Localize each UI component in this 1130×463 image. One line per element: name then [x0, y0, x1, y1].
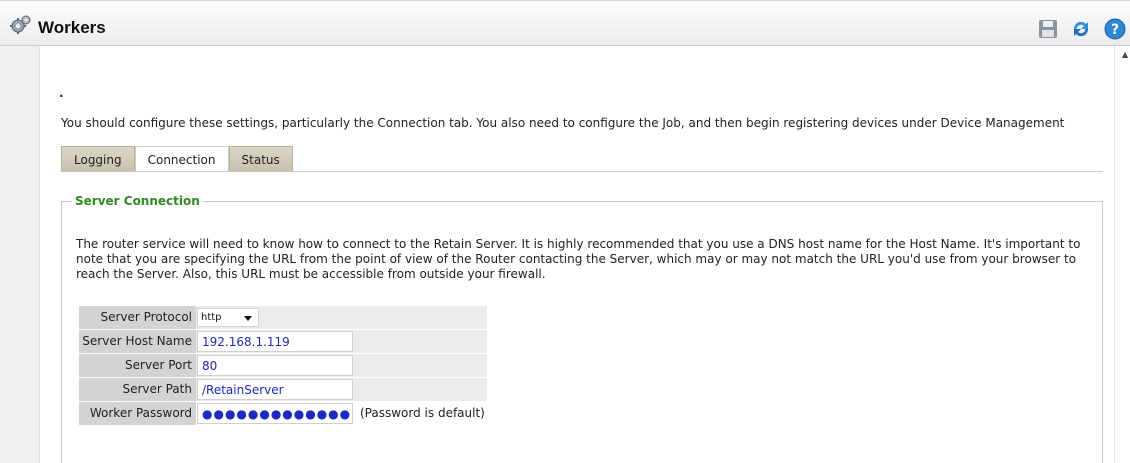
server-connection-section: Server Connection The router service wil… — [61, 194, 1103, 463]
path-row: Server Path — [79, 378, 487, 402]
tab-connection[interactable]: Connection — [134, 146, 229, 172]
scroll-up-arrow-icon[interactable]: ▲ — [1122, 50, 1128, 59]
title-bar: Workers ? — [0, 0, 1130, 46]
protocol-select[interactable]: http — [197, 308, 259, 327]
vertical-scrollbar[interactable] — [1114, 46, 1130, 463]
protocol-value: http — [201, 312, 222, 323]
password-label: Worker Password — [79, 402, 196, 425]
password-row: Worker Password (Password is default) — [79, 402, 487, 426]
port-input[interactable] — [197, 355, 353, 376]
left-frame — [0, 46, 40, 463]
tab-bar: Logging Connection Status — [61, 146, 293, 172]
password-note: (Password is default) — [358, 402, 487, 425]
host-label: Server Host Name — [79, 330, 196, 353]
svg-text:?: ? — [1111, 22, 1119, 38]
refresh-icon[interactable] — [1069, 17, 1093, 41]
tab-logging[interactable]: Logging — [61, 146, 135, 172]
port-label: Server Port — [79, 354, 196, 377]
gear-icon — [10, 15, 31, 34]
port-row: Server Port — [79, 354, 487, 378]
save-icon[interactable] — [1036, 17, 1060, 41]
path-input[interactable] — [197, 379, 353, 400]
connection-form: Server Protocol http Server Host Name Se… — [79, 306, 487, 426]
host-input[interactable] — [197, 331, 353, 352]
protocol-row: Server Protocol http — [79, 306, 487, 330]
page-title: Workers — [38, 18, 106, 37]
help-icon[interactable]: ? — [1103, 17, 1127, 41]
tab-status[interactable]: Status — [228, 146, 293, 172]
tab-divider — [61, 171, 1103, 172]
main-content: . You should configure these settings, p… — [41, 46, 1114, 463]
password-input[interactable] — [197, 403, 353, 424]
path-label: Server Path — [79, 378, 196, 401]
section-legend: Server Connection — [72, 194, 203, 208]
host-row: Server Host Name — [79, 330, 487, 354]
protocol-label: Server Protocol — [79, 306, 196, 329]
intro-dot: . — [59, 86, 64, 100]
intro-text: You should configure these settings, par… — [61, 116, 1065, 130]
section-description: The router service will need to know how… — [76, 237, 1081, 281]
chevron-down-icon — [244, 316, 252, 321]
